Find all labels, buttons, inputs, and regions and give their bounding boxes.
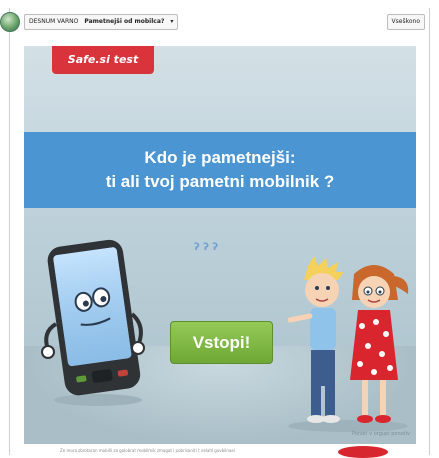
question-line-1: Kdo je pametnejši: <box>144 148 296 167</box>
question-marks-icon: ʔ ʔ ʔ <box>194 242 219 253</box>
kids-characters <box>287 256 409 432</box>
frame-border-left <box>9 8 10 455</box>
question-line-2: ti ali tvoj pametni mobilnik ? <box>105 172 335 191</box>
footer-text: Ze mora zbrotaran mobilli za golobrat mo… <box>60 448 235 453</box>
brand-tag: Safe.si test <box>52 46 154 74</box>
toolbar-button-label: Vseškono <box>391 18 420 25</box>
game-stage: Safe.si test Kdo je pametnejši: ti ali t… <box>24 46 416 444</box>
breadcrumb-dropdown[interactable]: DESNUM VARNO Pametnejši od mobilca? ▾ <box>24 14 179 30</box>
start-button[interactable]: Vstopi! <box>170 321 273 364</box>
chevron-down-icon: ▾ <box>170 18 174 25</box>
start-button-label: Vstopi! <box>192 333 251 352</box>
footer-logo-icon <box>338 446 388 458</box>
frame-border-right <box>429 8 430 455</box>
brand-tag-label: Safe.si test <box>67 53 139 66</box>
app-logo-icon[interactable] <box>0 12 20 32</box>
all-items-button[interactable]: Vseškono <box>386 14 425 30</box>
breadcrumb-selected: Pametnejši od mobilca? <box>84 18 165 25</box>
breadcrumb-section: DESNUM VARNO <box>29 18 79 25</box>
phone-character <box>41 239 145 406</box>
question-banner: Kdo je pametnejši: ti ali tvoj pametni m… <box>24 132 416 208</box>
image-credit: Ponori v orgupi ponotiv <box>352 431 410 437</box>
app-toolbar: DESNUM VARNO Pametnejši od mobilca? ▾ Vs… <box>0 8 439 34</box>
